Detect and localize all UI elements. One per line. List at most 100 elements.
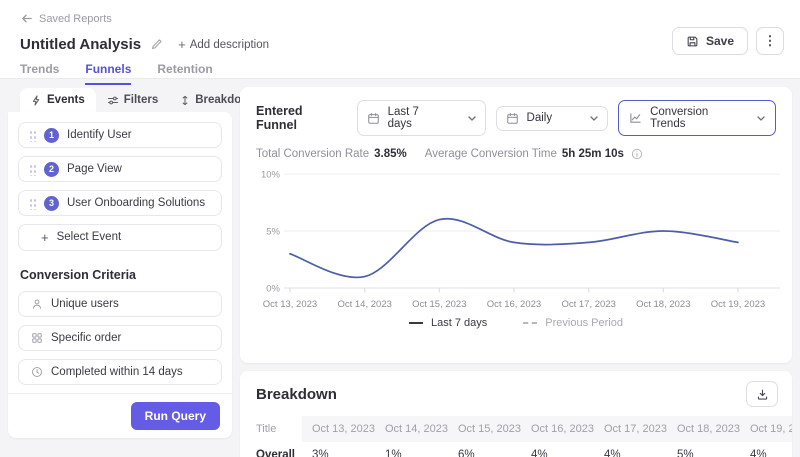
legend-previous-period[interactable]: Previous Period: [523, 317, 623, 329]
download-icon: [756, 388, 769, 401]
criteria-completed-within[interactable]: Completed within 14 days: [18, 358, 222, 385]
calendar-icon: [367, 112, 380, 125]
step-number-badge: 3: [44, 195, 59, 211]
breakdown-title: Breakdown: [256, 385, 337, 403]
x-axis-ticks: [289, 288, 739, 293]
event-step-identify-user[interactable]: 1 Identify User: [18, 122, 222, 149]
info-icon[interactable]: [631, 148, 643, 160]
step-number-badge: 2: [44, 161, 59, 177]
total-conversion-rate-value: 3.85%: [374, 148, 407, 160]
solid-line-swatch: [409, 322, 424, 324]
drag-handle-icon[interactable]: [29, 128, 36, 142]
zap-icon: [31, 94, 42, 106]
save-icon: [686, 35, 699, 48]
row-value: 6%: [458, 449, 475, 457]
page-title: Untitled Analysis: [20, 36, 142, 53]
plus-icon: +: [178, 37, 186, 52]
plus-icon: +: [41, 229, 49, 245]
chevron-down-icon: [757, 115, 765, 121]
tab-retention[interactable]: Retention: [157, 62, 212, 85]
row-value: 5%: [677, 449, 694, 457]
svg-text:Oct 17, 2023: Oct 17, 2023: [561, 299, 615, 310]
query-panel-tabs: Events Filters Breakdown: [8, 87, 257, 112]
breadcrumb-label: Saved Reports: [39, 12, 112, 25]
user-icon: [31, 298, 43, 310]
panel-tab-filters[interactable]: Filters: [96, 88, 170, 112]
report-tabs: Trends Funnels Retention: [20, 62, 784, 85]
more-options-kebab-icon[interactable]: ⋮: [756, 27, 784, 55]
drag-handle-icon[interactable]: [29, 162, 36, 176]
stats-row: Total Conversion Rate 3.85% Average Conv…: [256, 148, 776, 160]
column-header-date: Oct 18, 2023: [667, 416, 740, 442]
tab-funnels[interactable]: Funnels: [85, 62, 132, 85]
breakdown-card: Breakdown Title Oct 13, 2023 Oct 14, 202…: [240, 371, 792, 457]
svg-text:Oct 16, 2023: Oct 16, 2023: [487, 299, 541, 310]
column-header-date: Oct 17, 2023: [594, 416, 667, 442]
back-arrow-icon: [20, 12, 33, 25]
date-range-value: Last 7 days: [387, 106, 419, 130]
event-step-page-view[interactable]: 2 Page View: [18, 156, 222, 183]
svg-text:Oct 15, 2023: Oct 15, 2023: [412, 299, 466, 310]
view-selector-value: Conversion Trends: [650, 106, 709, 130]
calendar-icon: [506, 112, 519, 125]
drag-handle-icon[interactable]: [29, 196, 36, 210]
row-value: 4%: [604, 449, 621, 457]
clock-icon: [31, 366, 43, 378]
date-range-dropdown[interactable]: Last 7 days: [356, 100, 486, 136]
total-conversion-rate: Total Conversion Rate 3.85%: [256, 148, 407, 160]
select-event-button[interactable]: + Select Event: [18, 224, 222, 251]
svg-text:0%: 0%: [266, 284, 280, 295]
grid-icon: [31, 332, 43, 344]
svg-text:Oct 13, 2023: Oct 13, 2023: [263, 299, 317, 310]
panel-tab-events[interactable]: Events: [20, 88, 96, 112]
event-step-label: User Onboarding Solutions: [67, 197, 206, 210]
average-conversion-time: Average Conversion Time 5h 25m 10s: [425, 148, 643, 160]
arrows-up-down-icon: [180, 95, 190, 106]
legend-last-7-days[interactable]: Last 7 days: [409, 317, 487, 329]
row-value: 1%: [385, 449, 402, 457]
event-step-label: Identify User: [67, 129, 132, 142]
conversion-criteria-title: Conversion Criteria: [20, 267, 137, 282]
query-builder-panel: Events Filters Breakdown 1 Identify User: [8, 87, 257, 438]
tab-trends[interactable]: Trends: [20, 62, 59, 85]
event-step-user-onboarding[interactable]: 3 User Onboarding Solutions: [18, 190, 222, 217]
row-value: 3%: [312, 449, 329, 457]
column-header-date: Oct 19, 2023: [740, 416, 792, 442]
query-panel-body: 1 Identify User 2 Page View 3 User Onboa…: [8, 112, 232, 438]
granularity-dropdown[interactable]: Daily: [495, 105, 609, 131]
svg-text:Oct 19, 2023: Oct 19, 2023: [711, 299, 765, 310]
svg-text:Oct 14, 2023: Oct 14, 2023: [337, 299, 391, 310]
conversion-trend-chart: 10% 5% 0% Oct 13, 2023 Oct 14, 2023 Oct …: [256, 164, 780, 314]
report-main: Entered Funnel Last 7 days Daily Convers…: [240, 87, 792, 457]
add-description-button[interactable]: + Add description: [178, 37, 269, 52]
svg-text:10%: 10%: [261, 170, 281, 181]
edit-title-pencil-icon[interactable]: [150, 38, 163, 51]
sliders-icon: [107, 95, 119, 106]
criteria-specific-order[interactable]: Specific order: [18, 324, 222, 351]
y-axis-labels: 10% 5% 0%: [261, 170, 281, 295]
column-header-title: Title: [240, 416, 302, 442]
download-button[interactable]: [746, 381, 778, 407]
breakdown-table: Title Oct 13, 2023 Oct 14, 2023 Oct 15, …: [240, 416, 792, 457]
row-value: 4%: [531, 449, 548, 457]
trend-line: [289, 217, 739, 279]
breakdown-row-overall: Overall 3% 1% 6% 4% 4% 5% 4%: [240, 442, 792, 457]
step-number-badge: 1: [44, 127, 59, 143]
run-query-button[interactable]: Run Query: [130, 402, 220, 430]
topbar: Saved Reports Untitled Analysis + Add de…: [0, 0, 800, 85]
svg-text:Oct 18, 2023: Oct 18, 2023: [636, 299, 690, 310]
criteria-unique-users[interactable]: Unique users: [18, 290, 222, 317]
granularity-value: Daily: [526, 112, 553, 124]
row-title: Overall: [240, 442, 302, 457]
x-axis-labels: Oct 13, 2023 Oct 14, 2023 Oct 15, 2023 O…: [263, 299, 765, 310]
row-value: 4%: [750, 449, 767, 457]
column-header-date: Oct 13, 2023: [302, 416, 375, 442]
entered-funnel-label: Entered Funnel: [256, 104, 303, 132]
line-chart-icon: [629, 112, 642, 124]
dashed-line-swatch: [523, 322, 538, 324]
save-button[interactable]: Save: [671, 27, 748, 55]
breadcrumb[interactable]: Saved Reports: [20, 12, 112, 25]
chart-legend: Last 7 days Previous Period: [256, 317, 776, 329]
breakdown-header-row: Title Oct 13, 2023 Oct 14, 2023 Oct 15, …: [240, 416, 792, 442]
view-selector-dropdown[interactable]: Conversion Trends: [618, 100, 777, 136]
